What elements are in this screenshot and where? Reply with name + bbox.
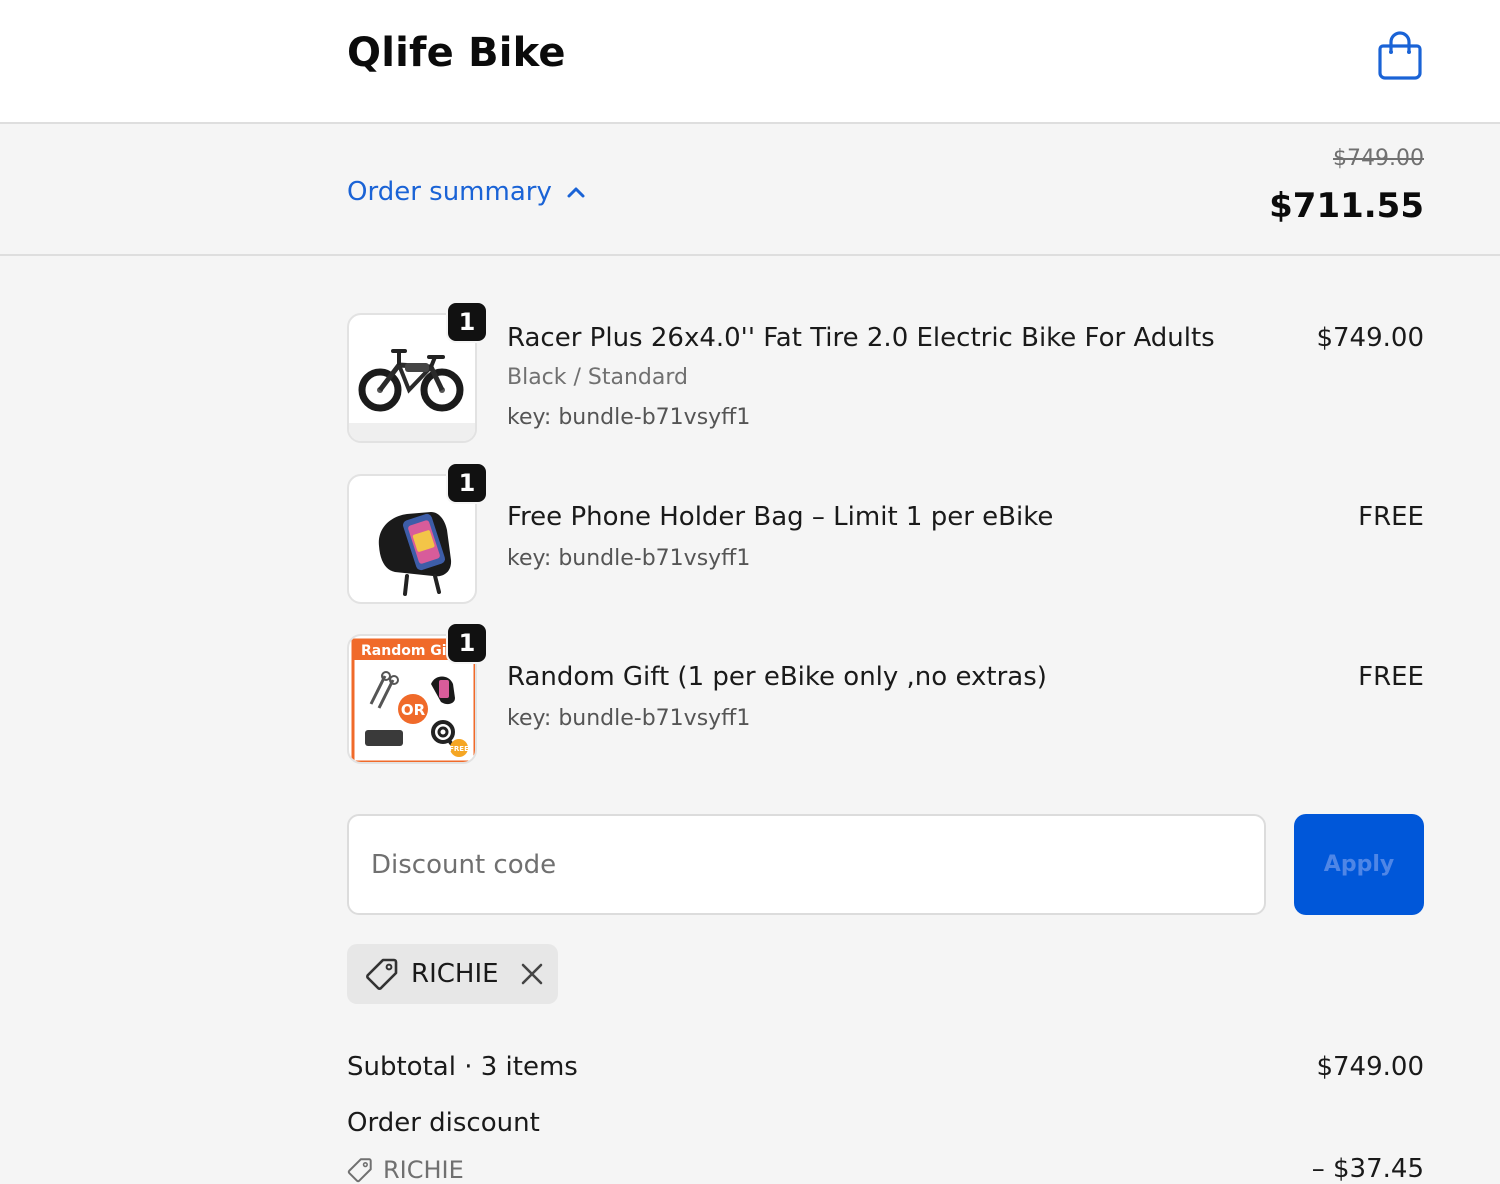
quantity-badge: 1 <box>446 462 488 504</box>
order-summary-toggle[interactable]: Order summary <box>347 174 586 210</box>
gift-free-text: FREE <box>449 745 469 753</box>
discount-code-input[interactable] <box>347 814 1266 915</box>
shopping-bag-icon <box>1378 31 1422 80</box>
line-item: 1 Racer Plus 26x4.0'' Fat Tire 2.0 Elect… <box>347 301 1424 443</box>
order-summary-label: Order summary <box>347 177 552 207</box>
item-key: key: bundle-b71vsyff1 <box>507 405 751 430</box>
gift-or-text: OR <box>401 701 426 719</box>
line-item: 1 Free Phone Holder Bag – Limit 1 per eB… <box>347 462 1424 604</box>
item-price: $749.00 <box>1316 323 1424 353</box>
item-variant: Black / Standard <box>507 365 689 390</box>
cart-button[interactable] <box>1376 30 1424 82</box>
store-name[interactable]: Qlife Bike <box>347 30 566 76</box>
site-header: Qlife Bike <box>0 0 1500 124</box>
line-item: Random Gi OR FREE 1 Random Gift (1 per e… <box>347 622 1424 764</box>
subtotal-value: $749.00 <box>1316 1052 1424 1082</box>
quantity-badge: 1 <box>446 301 488 343</box>
applied-discount-chip: RICHIE <box>347 944 558 1004</box>
quantity-badge: 1 <box>446 622 488 664</box>
order-summary-bar: Order summary $749.00 $711.55 <box>0 124 1500 256</box>
gift-banner-text: Random Gi <box>361 643 447 659</box>
item-title: Racer Plus 26x4.0'' Fat Tire 2.0 Electri… <box>507 323 1215 353</box>
tag-icon <box>347 1158 372 1183</box>
remove-discount-button[interactable] <box>519 961 545 987</box>
tag-icon <box>366 958 398 990</box>
applied-code-label: RICHIE <box>411 959 499 989</box>
item-price: FREE <box>1358 502 1424 532</box>
order-total: $711.55 <box>1269 186 1424 226</box>
item-title: Free Phone Holder Bag – Limit 1 per eBik… <box>507 502 1054 532</box>
chevron-up-icon <box>567 187 585 198</box>
close-icon <box>521 963 542 985</box>
apply-discount-button[interactable]: Apply <box>1294 814 1424 915</box>
item-price: FREE <box>1358 662 1424 692</box>
item-key: key: bundle-b71vsyff1 <box>507 706 751 731</box>
item-title: Random Gift (1 per eBike only ,no extras… <box>507 662 1047 692</box>
original-total: $749.00 <box>1333 146 1424 171</box>
item-key: key: bundle-b71vsyff1 <box>507 546 751 571</box>
order-discount-label: Order discount <box>347 1108 540 1138</box>
subtotal-label: Subtotal · 3 items <box>347 1052 578 1082</box>
